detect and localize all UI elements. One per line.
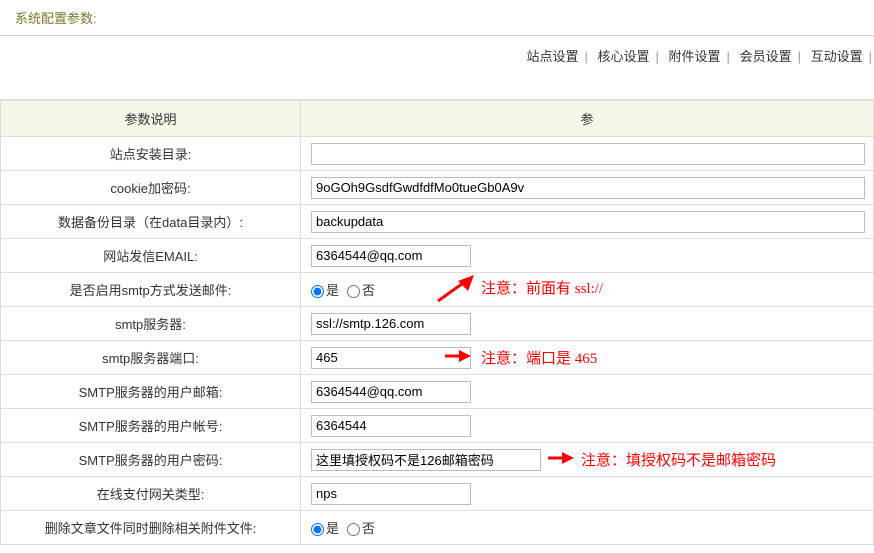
radio-no[interactable] [347,523,360,536]
spacer [0,75,874,100]
table-row: SMTP服务器的用户邮箱: [1,375,874,409]
nav-tab-site[interactable]: 站点设置 [522,49,582,64]
radio-no-label[interactable]: 否 [347,283,375,298]
table-row: SMTP服务器的用户帐号: [1,409,874,443]
table-row: 删除文章文件同时删除相关附件文件: 是否 [1,511,874,545]
param-label: 站点安装目录: [1,137,301,171]
param-label: SMTP服务器的用户帐号: [1,409,301,443]
table-row: cookie加密码: [1,171,874,205]
param-label: 数据备份目录（在data目录内）: [1,205,301,239]
text-input[interactable] [311,245,471,267]
text-input[interactable] [311,211,865,233]
table-row: SMTP服务器的用户密码: 注意：填授权码不是邮箱密码 [1,443,874,477]
nav-tab-interact[interactable]: 互动设置 [807,49,867,64]
text-input[interactable] [311,483,471,505]
param-label: smtp服务器: [1,307,301,341]
radio-no-label[interactable]: 否 [347,521,375,536]
text-input[interactable] [311,313,471,335]
table-row: 是否启用smtp方式发送邮件: 是否 注意：前面有 ssl:// [1,273,874,307]
text-input[interactable] [311,415,471,437]
param-label: 在线支付网关类型: [1,477,301,511]
nav-sep: | [796,49,803,64]
param-label: SMTP服务器的用户密码: [1,443,301,477]
text-input[interactable] [311,381,471,403]
param-value-cell [301,205,874,239]
annotation-text: 注意：前面有 ssl:// [481,277,603,298]
text-input[interactable] [311,143,865,165]
page-title: 系统配置参数: [15,11,97,26]
radio-yes[interactable] [311,285,324,298]
text-input[interactable] [311,177,865,199]
table-row: 网站发信EMAIL: [1,239,874,273]
param-value-cell [301,375,874,409]
nav-tab-member[interactable]: 会员设置 [736,49,796,64]
param-label: 是否启用smtp方式发送邮件: [1,273,301,307]
param-value-cell: 注意：填授权码不是邮箱密码 [301,443,874,477]
table-row: 数据备份目录（在data目录内）: [1,205,874,239]
radio-yes[interactable] [311,523,324,536]
nav-tab-attach[interactable]: 附件设置 [665,49,725,64]
page-header: 系统配置参数: [0,0,874,36]
param-value-cell: 是否 注意：前面有 ssl:// [301,273,874,307]
annotation-text: 注意：端口是 465 [481,347,597,368]
table-row: 在线支付网关类型: [1,477,874,511]
table-row: 站点安装目录: [1,137,874,171]
param-label: SMTP服务器的用户邮箱: [1,375,301,409]
annotation-text: 注意：填授权码不是邮箱密码 [581,449,776,470]
param-label: 删除文章文件同时删除相关附件文件: [1,511,301,545]
nav-tabs: 站点设置| 核心设置| 附件设置| 会员设置| 互动设置| [0,36,874,75]
nav-tab-core[interactable]: 核心设置 [594,49,654,64]
table-row: smtp服务器端口: 注意：端口是 465 [1,341,874,375]
nav-sep: | [725,49,732,64]
table-row: smtp服务器: [1,307,874,341]
col-header-value: 参 [301,101,874,137]
param-value-cell [301,477,874,511]
arrow-icon [436,273,476,303]
nav-sep: | [654,49,661,64]
radio-group: 是否 [311,283,383,298]
nav-sep: | [582,49,589,64]
param-value-cell [301,171,874,205]
param-value-cell: 注意：端口是 465 [301,341,874,375]
nav-sep: | [867,49,874,64]
param-value-cell: 是否 [301,511,874,545]
radio-no[interactable] [347,285,360,298]
text-input[interactable] [311,347,471,369]
param-value-cell [301,409,874,443]
param-label: smtp服务器端口: [1,341,301,375]
arrow-icon [546,451,576,465]
radio-yes-label[interactable]: 是 [311,283,339,298]
config-table: 参数说明 参 站点安装目录:cookie加密码:数据备份目录（在data目录内）… [0,100,874,545]
param-label: 网站发信EMAIL: [1,239,301,273]
param-value-cell [301,307,874,341]
param-label: cookie加密码: [1,171,301,205]
text-input[interactable] [311,449,541,471]
param-value-cell [301,239,874,273]
param-value-cell [301,137,874,171]
radio-group: 是否 [311,521,383,536]
radio-yes-label[interactable]: 是 [311,521,339,536]
col-header-param: 参数说明 [1,101,301,137]
